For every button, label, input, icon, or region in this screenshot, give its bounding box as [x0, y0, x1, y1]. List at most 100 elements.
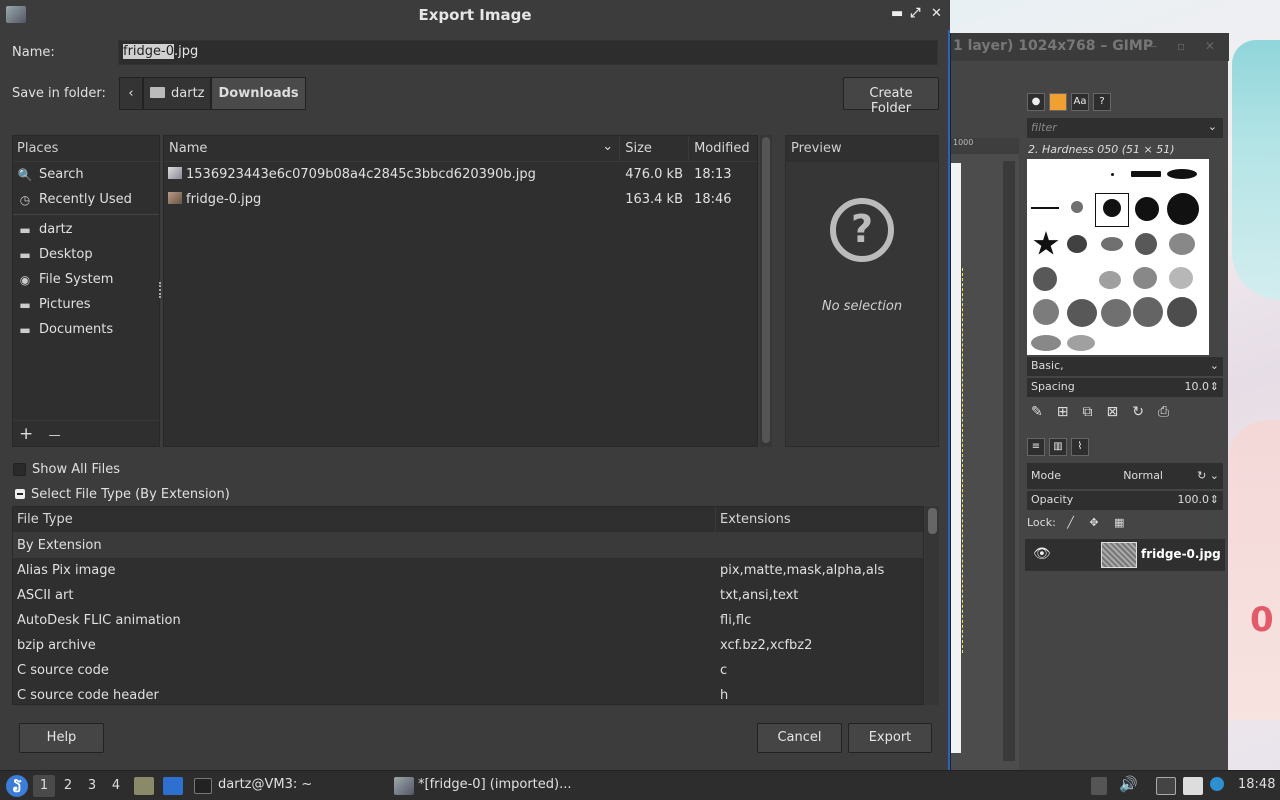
- scrollbar-thumb[interactable]: [762, 137, 770, 443]
- place-recently-used[interactable]: ◷ Recently Used: [13, 187, 159, 212]
- brushes-tab-icon[interactable]: ●: [1027, 93, 1045, 111]
- filename-input[interactable]: fridge-0.jpg: [118, 40, 938, 65]
- network-icon[interactable]: [1156, 777, 1176, 795]
- clipboard-icon[interactable]: [1183, 777, 1203, 795]
- place-pictures[interactable]: ▬ Pictures: [13, 292, 159, 317]
- select-file-type-label[interactable]: Select File Type (By Extension): [31, 487, 230, 502]
- layer-mode-select[interactable]: Mode Normal ↻ ⌄: [1027, 463, 1223, 489]
- info-icon[interactable]: [1210, 777, 1224, 791]
- workspace-1[interactable]: 1: [33, 775, 55, 797]
- eye-icon[interactable]: 👁: [1033, 546, 1051, 562]
- patterns-tab-icon[interactable]: [1049, 93, 1067, 111]
- brush-preset[interactable]: [1033, 267, 1057, 291]
- file-list-scrollbar[interactable]: [760, 135, 772, 447]
- brush-preset[interactable]: [1167, 297, 1197, 327]
- file-row[interactable]: 1536923443e6c0709b08a4c2845c3bbcd620390b…: [164, 162, 757, 187]
- file-type-scrollbar[interactable]: [925, 506, 939, 705]
- tray-up-icon[interactable]: [1091, 777, 1107, 795]
- spacing-spinner[interactable]: Spacing 10.0 ⇕: [1027, 378, 1223, 397]
- spin-arrows-icon[interactable]: ⇕: [1210, 493, 1219, 506]
- path-back-button[interactable]: ‹: [119, 77, 143, 110]
- place-search[interactable]: 🔍 Search: [13, 162, 159, 187]
- brush-preset[interactable]: [1067, 299, 1097, 327]
- brush-preset[interactable]: [1169, 233, 1195, 255]
- column-name[interactable]: Name ⌄: [164, 136, 621, 161]
- duplicate-brush-icon[interactable]: ⧉: [1082, 404, 1092, 420]
- file-type-row[interactable]: bzip archive xcf.bz2,xcfbz2: [13, 633, 923, 658]
- channels-tab-icon[interactable]: ▥: [1049, 438, 1067, 456]
- open-brush-icon[interactable]: ⎙: [1158, 404, 1169, 420]
- layers-tab-icon[interactable]: ≡: [1027, 438, 1045, 456]
- column-size[interactable]: Size: [620, 136, 690, 161]
- canvas-scrollbar[interactable]: [1003, 161, 1015, 761]
- file-type-row[interactable]: AutoDesk FLIC animation fli,flc: [13, 608, 923, 633]
- place-dartz[interactable]: ▬ dartz: [13, 217, 159, 242]
- spin-arrows-icon[interactable]: ⇕: [1210, 380, 1219, 393]
- brush-preset[interactable]: [1101, 299, 1131, 327]
- gimp-task[interactable]: *[fridge-0] (imported)...: [418, 777, 572, 792]
- pane-splitter[interactable]: [159, 282, 162, 298]
- brush-preset[interactable]: [1131, 171, 1161, 177]
- help-button[interactable]: Help: [19, 723, 104, 753]
- lock-pixels-icon[interactable]: ╱: [1067, 516, 1074, 529]
- volume-icon[interactable]: 🔊: [1119, 775, 1138, 793]
- export-button[interactable]: Export: [848, 723, 932, 753]
- brush-preset[interactable]: [1167, 169, 1197, 179]
- paths-tab-icon[interactable]: ⌇: [1071, 438, 1089, 456]
- scrollbar-thumb[interactable]: [928, 508, 937, 534]
- add-bookmark-button[interactable]: +: [19, 424, 33, 444]
- lock-alpha-icon[interactable]: ▦: [1114, 516, 1124, 529]
- place-desktop[interactable]: ▬ Desktop: [13, 242, 159, 267]
- workspace-4[interactable]: 4: [105, 775, 127, 797]
- brush-preset[interactable]: [1169, 267, 1193, 289]
- file-type-row[interactable]: C source code header h: [13, 683, 923, 704]
- edit-brush-icon[interactable]: ✎: [1031, 404, 1043, 420]
- show-desktop-icon[interactable]: [163, 777, 183, 795]
- terminal-task[interactable]: dartz@VM3: ~: [218, 777, 312, 792]
- brush-preset[interactable]: [1101, 237, 1123, 251]
- path-segment-downloads[interactable]: Downloads: [211, 77, 306, 110]
- brush-preset[interactable]: [1099, 271, 1121, 289]
- brush-preset[interactable]: [1135, 197, 1159, 221]
- file-type-expander-icon[interactable]: [15, 489, 25, 499]
- minimize-icon[interactable]: ▬: [891, 6, 903, 21]
- brush-preset[interactable]: [1111, 173, 1114, 176]
- close-icon[interactable]: ✕: [931, 6, 942, 21]
- file-row[interactable]: fridge-0.jpg 163.4 kB 18:46: [164, 187, 757, 212]
- new-brush-icon[interactable]: ⊞: [1057, 404, 1069, 420]
- gimp-window-buttons[interactable]: — ▫ ✕: [1145, 39, 1223, 53]
- create-folder-button[interactable]: Create Folder: [843, 77, 939, 116]
- lock-position-icon[interactable]: ✥: [1089, 516, 1098, 529]
- maximize-icon[interactable]: ⤢: [910, 6, 920, 21]
- brush-preset[interactable]: [1071, 201, 1083, 213]
- brush-preset[interactable]: [1031, 207, 1059, 209]
- cancel-button[interactable]: Cancel: [757, 723, 842, 753]
- file-type-row[interactable]: Alias Pix image pix,matte,mask,alpha,als: [13, 558, 923, 583]
- file-manager-icon[interactable]: [134, 777, 154, 795]
- place-documents[interactable]: ▬ Documents: [13, 317, 159, 342]
- place-file-system[interactable]: ◉ File System: [13, 267, 159, 292]
- brush-preset[interactable]: [1103, 199, 1121, 217]
- brush-preset[interactable]: [1067, 235, 1087, 253]
- brush-preset[interactable]: [1031, 335, 1061, 351]
- column-extensions[interactable]: Extensions: [716, 507, 923, 532]
- brush-grid[interactable]: [1027, 159, 1209, 355]
- column-modified[interactable]: Modified: [689, 136, 757, 161]
- brush-preset[interactable]: [1033, 231, 1059, 255]
- workspace-2[interactable]: 2: [57, 775, 79, 797]
- brush-filter-input[interactable]: filter ⌄: [1027, 118, 1223, 138]
- brush-preset[interactable]: [1033, 299, 1059, 325]
- brush-set-select[interactable]: Basic, ⌄: [1027, 357, 1223, 376]
- path-segment-dartz[interactable]: dartz: [143, 77, 212, 110]
- layer-item[interactable]: 👁 fridge-0.jpg: [1025, 539, 1225, 571]
- start-menu-icon[interactable]: ຽ: [6, 775, 28, 797]
- fonts-tab-icon[interactable]: Aa: [1071, 93, 1089, 111]
- brush-preset[interactable]: [1133, 297, 1163, 327]
- brush-preset[interactable]: [1167, 193, 1199, 225]
- brush-preset[interactable]: [1135, 233, 1157, 255]
- show-all-files-checkbox[interactable]: [13, 463, 26, 476]
- file-type-row[interactable]: By Extension: [13, 533, 923, 558]
- brush-preset[interactable]: [1067, 335, 1095, 351]
- delete-brush-icon[interactable]: ⊠: [1106, 404, 1118, 420]
- workspace-3[interactable]: 3: [81, 775, 103, 797]
